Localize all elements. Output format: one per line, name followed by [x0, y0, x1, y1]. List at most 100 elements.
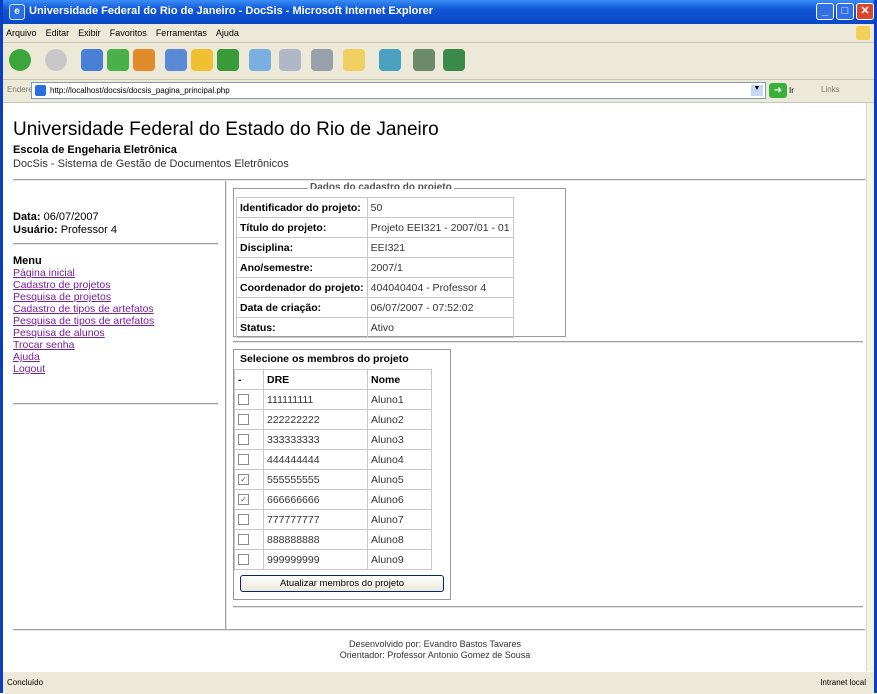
member-checkbox[interactable] [238, 514, 249, 526]
page-icon [35, 85, 46, 96]
research-icon[interactable] [413, 49, 435, 71]
field-label: Ano/semestre: [236, 257, 368, 278]
home-icon[interactable] [133, 49, 155, 71]
toolbar [3, 43, 874, 80]
page-content: Universidade Federal do Estado do Rio de… [3, 103, 874, 671]
minimize-button[interactable]: _ [816, 3, 834, 20]
member-dre: 444444444 [263, 449, 368, 470]
mail-icon[interactable] [279, 49, 301, 71]
refresh-icon[interactable] [107, 49, 129, 71]
table-row: Status: Ativo [236, 317, 514, 338]
vertical-scrollbar[interactable] [866, 103, 874, 671]
ie-logo-icon: e [9, 4, 25, 20]
table-row: Título do projeto: Projeto EEI321 - 2007/… [236, 217, 514, 238]
table-row: Disciplina: EEI321 [236, 237, 514, 258]
table-row: Data de criação: 06/07/2007 - 07:52:02 [236, 297, 514, 318]
member-checkbox[interactable]: ✓ [238, 494, 249, 506]
folder-icon[interactable] [343, 49, 365, 71]
field-value: 06/07/2007 - 07:52:02 [366, 297, 514, 318]
page-title: Universidade Federal do Estado do Rio de… [13, 119, 439, 140]
browser-window: e Universidade Federal do Rio de Janeiro… [0, 0, 877, 694]
back-icon[interactable] [9, 49, 31, 71]
address-dropdown-icon[interactable]: ▼ [751, 85, 763, 96]
members-title: Selecione os membros do projeto [240, 353, 409, 365]
member-nome: Aluno1 [367, 389, 432, 410]
footer: Desenvolvido por: Evandro Bastos Tavares… [3, 639, 867, 661]
field-value: 404040404 - Professor 4 [366, 277, 514, 298]
menu-favoritos[interactable]: Favoritos [107, 24, 150, 38]
field-value: 50 [366, 197, 514, 218]
table-header: - DRE Nome [234, 369, 432, 390]
field-label: Status: [236, 317, 368, 338]
member-checkbox[interactable] [238, 394, 249, 406]
sidebar-divider-1 [13, 243, 218, 245]
col-check-header: - [234, 369, 264, 390]
member-checkbox[interactable] [238, 454, 249, 466]
table-row: 777777777 Aluno7 [234, 509, 432, 530]
menu-ajuda[interactable]: Ajuda [213, 24, 242, 38]
member-checkbox[interactable]: ✓ [238, 474, 249, 486]
member-nome: Aluno7 [367, 509, 432, 530]
member-nome: Aluno9 [367, 549, 432, 570]
menu-ferramentas[interactable]: Ferramentas [153, 24, 210, 38]
address-bar: Endereço http://localhost/docsis/docsis_… [3, 80, 874, 103]
messenger-icon[interactable] [379, 49, 401, 71]
member-nome: Aluno3 [367, 429, 432, 450]
menu-link-trocar-senha[interactable]: Trocar senha [13, 339, 154, 351]
menu-link-cadastro-projetos[interactable]: Cadastro de projetos [13, 279, 154, 291]
field-label: Coordenador do projeto: [236, 277, 368, 298]
project-table: Identificador do projeto: 50 Título do pr… [236, 197, 514, 338]
links-label[interactable]: Links [821, 85, 840, 94]
field-value: 2007/1 [366, 257, 514, 278]
table-row: ✓ 666666666 Aluno6 [234, 489, 432, 510]
menu-link-ajuda[interactable]: Ajuda [13, 351, 154, 363]
member-checkbox[interactable] [238, 534, 249, 546]
tools-icon[interactable] [443, 49, 465, 71]
go-label[interactable]: Ir [789, 86, 794, 95]
status-text: Concluído [7, 678, 44, 687]
media-icon[interactable] [217, 49, 239, 71]
school-name: Escola de Engeharia Eletrônica [13, 144, 177, 156]
date-value: 06/07/2007 [43, 211, 99, 223]
member-checkbox[interactable] [238, 434, 249, 446]
sidebar-divider [225, 181, 227, 631]
user-value: Professor 4 [60, 224, 117, 236]
field-value: Projeto EEI321 - 2007/01 - 01 [366, 217, 514, 238]
menu-link-pesquisa-projetos[interactable]: Pesquisa de projetos [13, 291, 154, 303]
menu-link-pesquisa-alunos[interactable]: Pesquisa de alunos [13, 327, 154, 339]
menu-editar[interactable]: Editar [43, 24, 73, 38]
content-divider [233, 341, 863, 343]
maximize-button[interactable]: □ [836, 3, 854, 20]
table-row: ✓ 555555555 Aluno5 [234, 469, 432, 490]
forward-icon[interactable] [45, 49, 67, 71]
member-dre: 666666666 [263, 489, 368, 510]
member-dre: 888888888 [263, 529, 368, 550]
go-icon[interactable]: ➜ [769, 83, 787, 98]
field-value: Ativo [366, 317, 514, 338]
address-input[interactable]: http://localhost/docsis/docsis_pagina_pr… [31, 82, 766, 99]
member-nome: Aluno4 [367, 449, 432, 470]
title-bar: e Universidade Federal do Rio de Janeiro… [3, 0, 874, 24]
member-checkbox[interactable] [238, 414, 249, 426]
menu-link-logout[interactable]: Logout [13, 363, 154, 375]
zone-text: Intranet local [820, 678, 866, 687]
menu: Menu Página inicial Cadastro de projetos… [13, 255, 154, 375]
menu-exibir[interactable]: Exibir [75, 24, 104, 38]
member-dre: 111111111 [263, 389, 368, 410]
close-button[interactable]: ✕ [856, 3, 874, 20]
update-members-button[interactable]: Atualizar membros do projeto [240, 575, 444, 592]
favorites-icon[interactable] [191, 49, 213, 71]
menu-link-pagina-inicial[interactable]: Página inicial [13, 267, 154, 279]
col-nome-header: Nome [367, 369, 432, 390]
menu-link-pesquisa-tipos-artefatos[interactable]: Pesquisa de tipos de artefatos [13, 315, 154, 327]
field-value: EEI321 [366, 237, 514, 258]
menu-link-cadastro-tipos-artefatos[interactable]: Cadastro de tipos de artefatos [13, 303, 154, 315]
history-icon[interactable] [249, 49, 271, 71]
print-icon[interactable] [311, 49, 333, 71]
menu-arquivo[interactable]: Arquivo [3, 24, 40, 38]
member-nome: Aluno8 [367, 529, 432, 550]
member-checkbox[interactable] [238, 554, 249, 566]
search-icon[interactable] [165, 49, 187, 71]
stop-icon[interactable] [81, 49, 103, 71]
table-row: Coordenador do projeto: 404040404 - Profe… [236, 277, 514, 298]
